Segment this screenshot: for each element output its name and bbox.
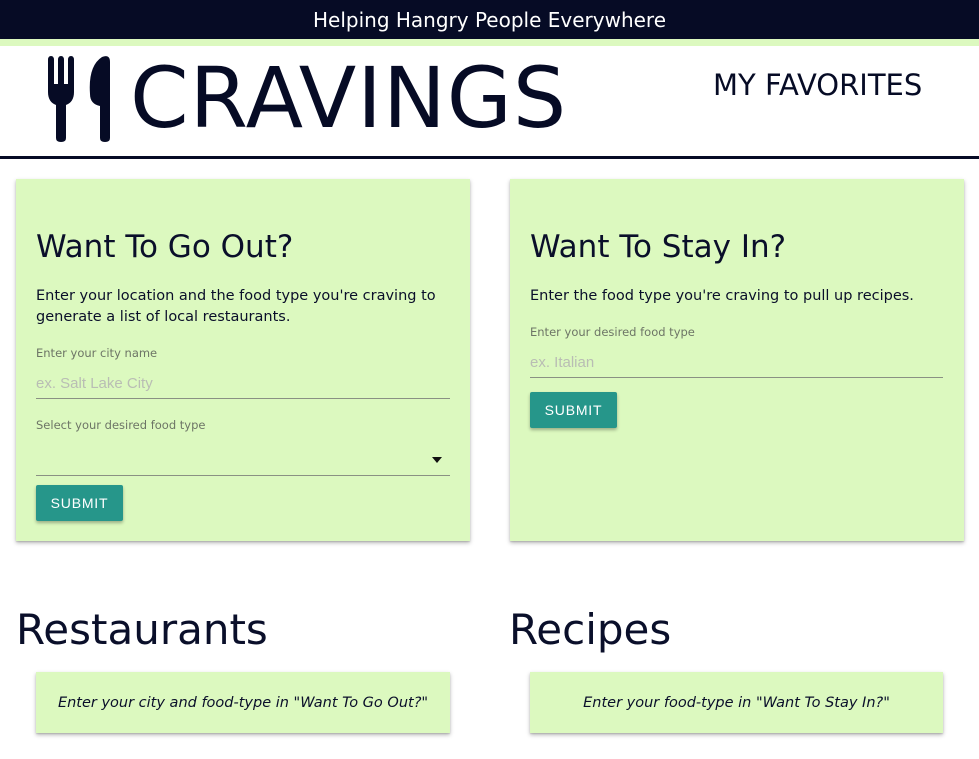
restaurants-results: Enter your city and food-type in "Want T… (36, 672, 450, 733)
recipes-heading: Recipes (509, 605, 672, 654)
food-type-select-label: Select your desired food type (36, 418, 206, 432)
stay-in-title: Want To Stay In? (530, 229, 787, 265)
header-divider (0, 156, 979, 159)
food-type-select[interactable] (36, 442, 450, 476)
restaurants-empty-message: Enter your city and food-type in "Want T… (57, 694, 429, 711)
stay-in-description: Enter the food type you're craving to pu… (530, 288, 914, 304)
top-banner: Helping Hangry People Everywhere (0, 0, 979, 39)
go-out-title: Want To Go Out? (36, 229, 294, 265)
brand-logotype[interactable]: CRAVINGS (130, 48, 567, 148)
dropdown-caret-icon (432, 457, 442, 463)
recipe-food-type-label: Enter your desired food type (530, 325, 695, 339)
stay-in-card: Want To Stay In? Enter the food type you… (510, 179, 964, 541)
restaurants-heading: Restaurants (16, 605, 268, 654)
recipes-empty-message: Enter your food-type in "Want To Stay In… (583, 694, 890, 711)
banner-accent-strip (0, 39, 979, 46)
recipe-food-type-input[interactable] (530, 348, 943, 378)
city-input[interactable] (36, 369, 450, 399)
site-header: CRAVINGS MY FAVORITES (0, 46, 979, 156)
stay-in-submit-button[interactable]: SUBMIT (530, 392, 617, 428)
my-favorites-link[interactable]: MY FAVORITES (713, 68, 922, 102)
tagline: Helping Hangry People Everywhere (312, 7, 667, 32)
go-out-card: Want To Go Out? Enter your location and … (16, 179, 470, 541)
recipes-results: Enter your food-type in "Want To Stay In… (530, 672, 943, 733)
go-out-description: Enter your location and the food type yo… (36, 288, 436, 325)
city-field-label: Enter your city name (36, 346, 158, 360)
go-out-submit-button[interactable]: SUBMIT (36, 485, 123, 521)
fork-knife-icon (48, 56, 110, 142)
